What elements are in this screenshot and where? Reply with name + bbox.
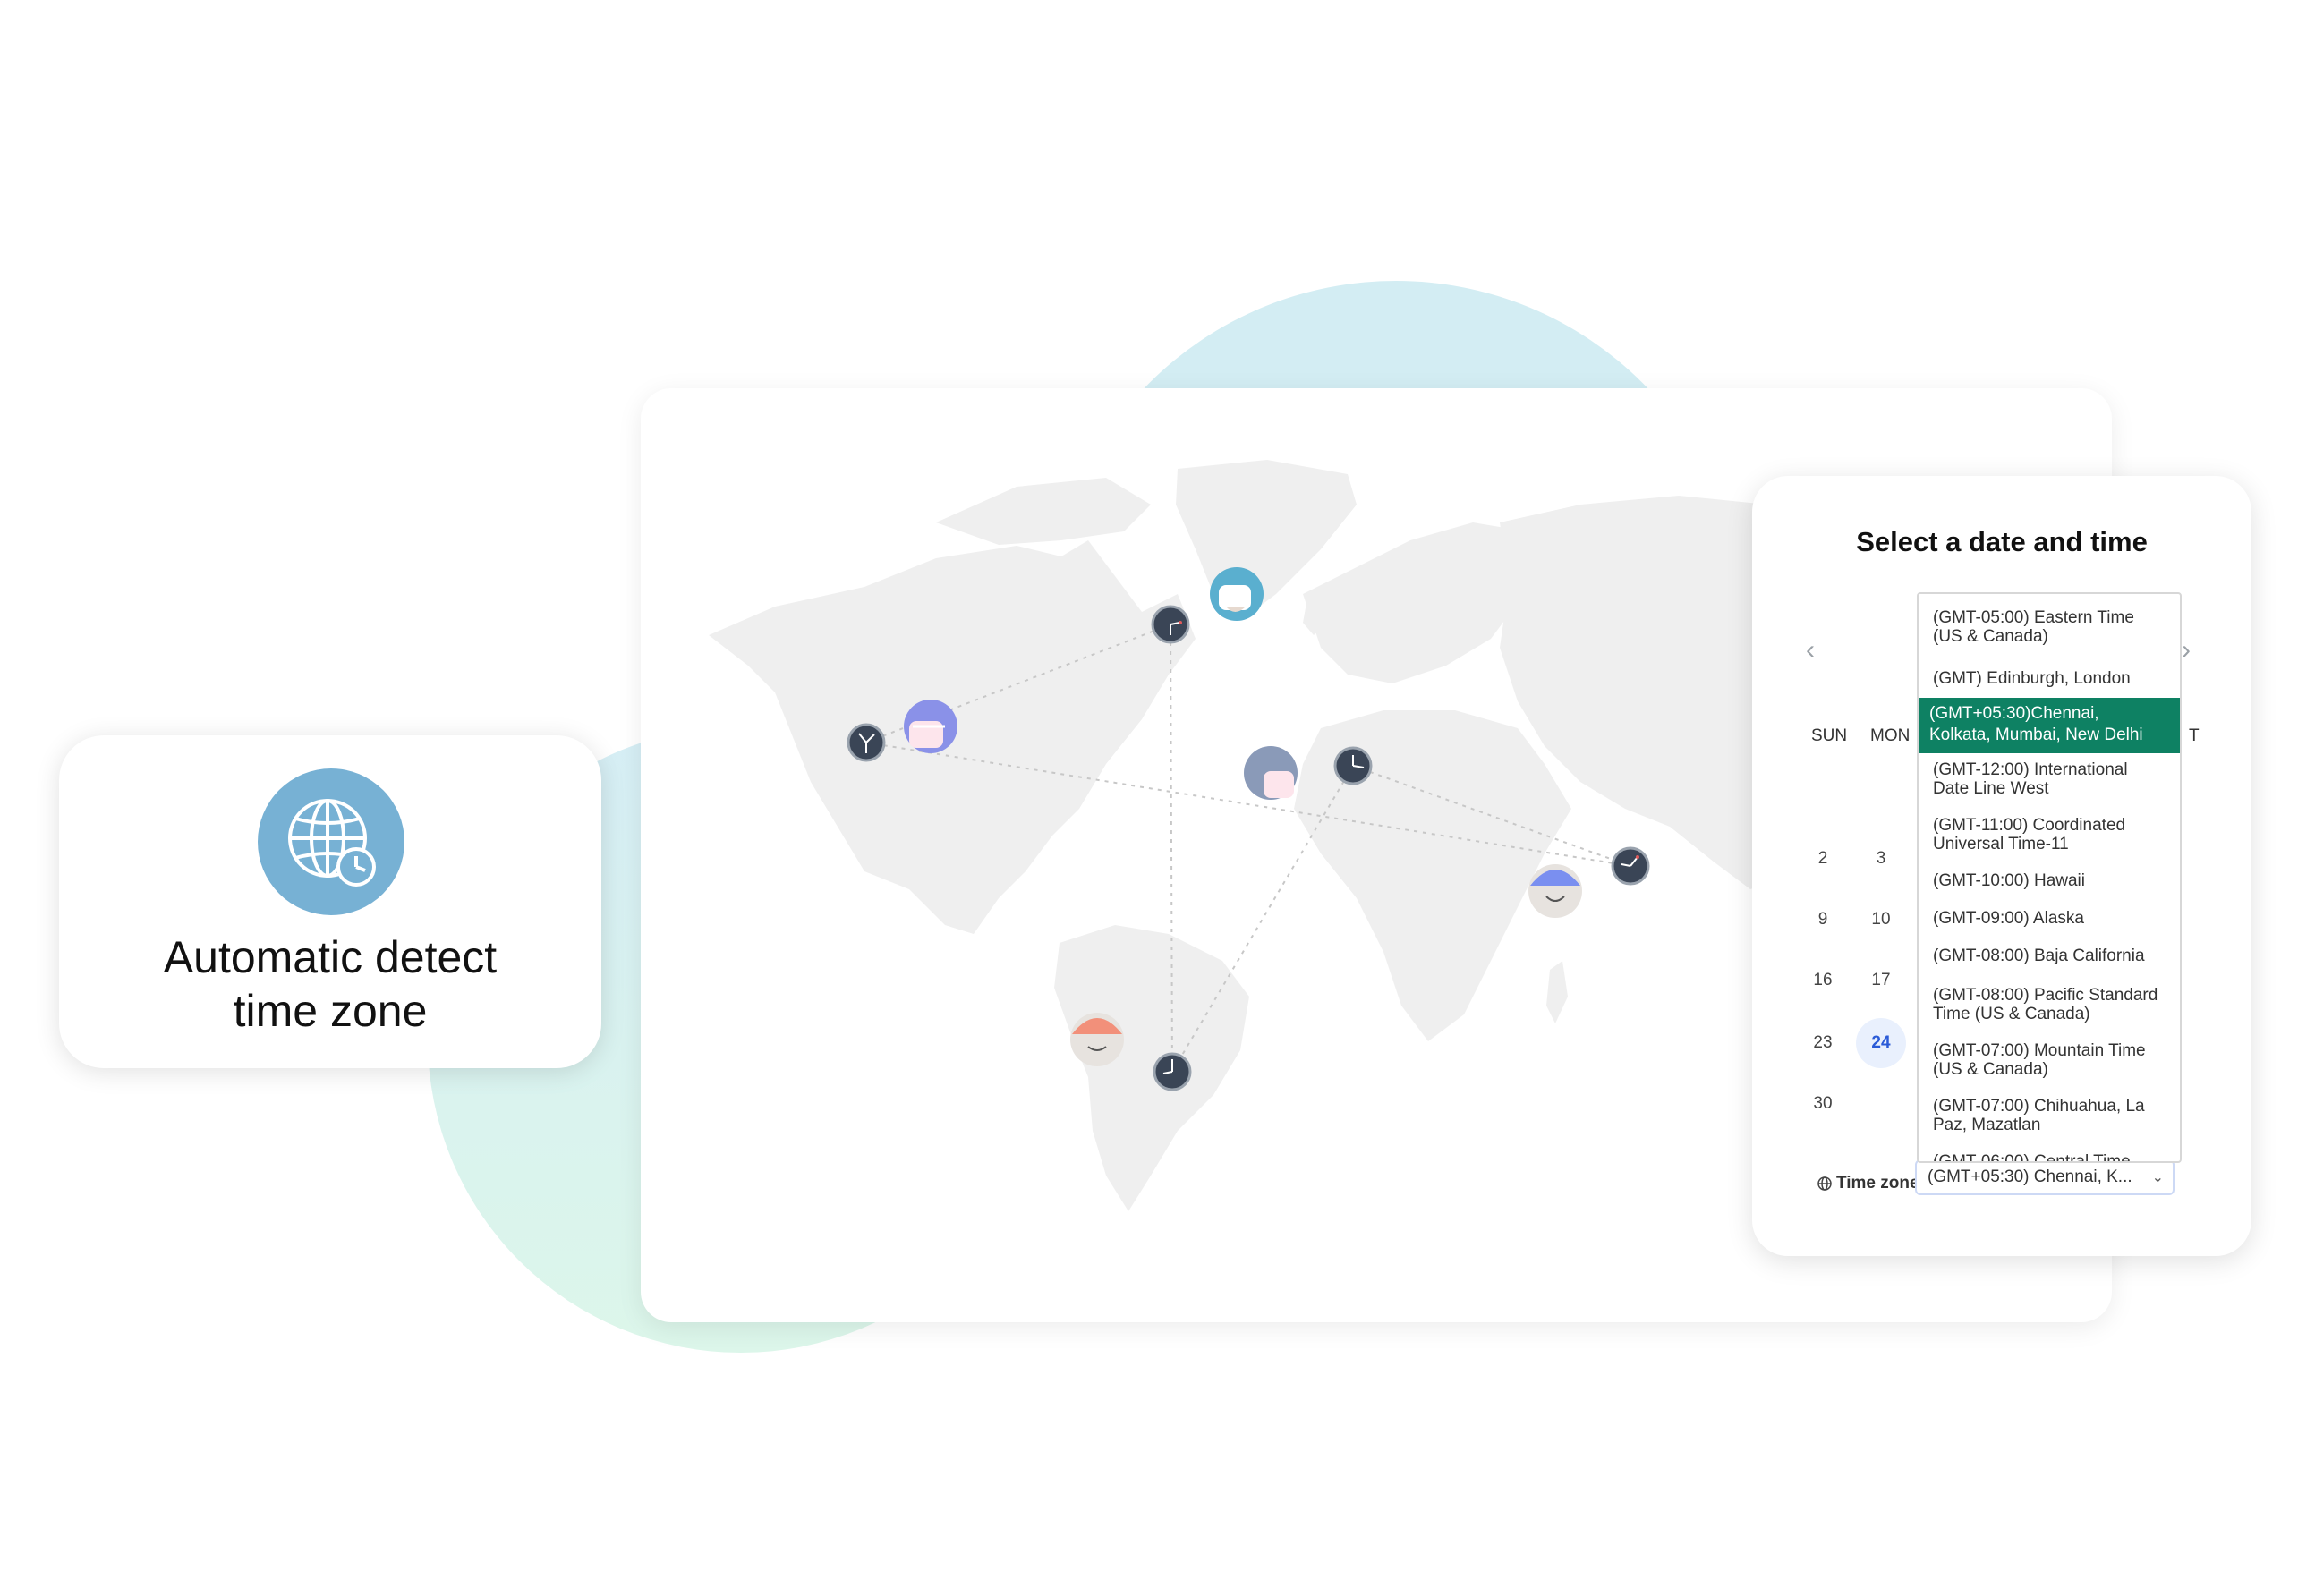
clock-icon — [847, 723, 886, 762]
timezone-option[interactable]: (GMT-05:00) Eastern Time (US & Canada) — [1919, 608, 2180, 646]
weekday-sun: SUN — [1811, 726, 1848, 745]
timezone-option[interactable]: (GMT-07:00) Chihuahua, La Paz, Mazatlan — [1919, 1097, 2180, 1134]
avatar-icon — [1528, 864, 1582, 918]
timezone-option[interactable]: (GMT) Edinburgh, London — [1919, 669, 2180, 688]
timezone-option[interactable]: (GMT-10:00) Hawaii — [1919, 871, 2180, 890]
feature-title: Automatic detect time zone — [81, 930, 580, 1038]
timezone-option[interactable]: (GMT-07:00) Mountain Time (US & Canada) — [1919, 1041, 2180, 1079]
calendar-day[interactable]: 17 — [1856, 955, 1906, 1006]
feature-card: Automatic detect time zone — [59, 735, 601, 1068]
clock-icon — [1611, 846, 1650, 886]
chevron-right-icon[interactable]: › — [2182, 635, 2191, 666]
globe-icon — [1817, 1176, 1832, 1191]
weekday-mon: MON — [1870, 726, 1911, 745]
timezone-dropdown[interactable]: (GMT-05:00) Eastern Time (US & Canada) (… — [1917, 592, 2182, 1163]
avatar-icon — [1210, 567, 1264, 621]
calendar-day[interactable]: 2 — [1798, 834, 1848, 884]
panel-title: Select a date and time — [1856, 526, 2148, 557]
timezone-option[interactable]: (GMT-08:00) Baja California — [1919, 947, 2180, 965]
continent-south-america — [1054, 925, 1249, 1211]
timezone-option[interactable]: (GMT-08:00) Pacific Standard Time (US & … — [1919, 986, 2180, 1023]
calendar-day[interactable]: 9 — [1798, 895, 1848, 945]
globe-clock-icon — [258, 768, 404, 915]
timezone-option[interactable]: (GMT-11:00) Coordinated Universal Time-1… — [1919, 816, 2180, 853]
calendar-day[interactable]: 23 — [1798, 1018, 1848, 1068]
calendar-day[interactable]: 30 — [1798, 1079, 1848, 1129]
calendar-day[interactable]: 3 — [1856, 834, 1906, 884]
clock-icon — [1153, 1052, 1192, 1091]
continent-arctic-islands — [936, 478, 1151, 545]
timezone-select[interactable]: (GMT+05:30) Chennai, K... ⌄ — [1915, 1159, 2175, 1195]
clock-icon — [1333, 746, 1373, 785]
clock-icon — [1151, 605, 1190, 644]
chevron-left-icon[interactable]: ‹ — [1806, 635, 1815, 666]
timezone-option[interactable]: (GMT-09:00) Alaska — [1919, 909, 2180, 928]
island-madagascar — [1546, 961, 1568, 1023]
calendar-day-selected[interactable]: 24 — [1856, 1018, 1906, 1068]
calendar-day[interactable]: 10 — [1856, 895, 1906, 945]
feature-title-line2: time zone — [233, 986, 428, 1036]
avatar-icon — [1244, 746, 1298, 800]
timezone-value: (GMT+05:30) Chennai, K... — [1928, 1167, 2132, 1186]
timezone-label-text: Time zone — [1836, 1174, 1919, 1193]
timezone-option-selected[interactable]: (GMT+05:30)Chennai, Kolkata, Mumbai, New… — [1919, 698, 2180, 753]
calendar-day[interactable]: 16 — [1798, 955, 1848, 1006]
timezone-label: Time zone — [1817, 1174, 1919, 1193]
weekday-tue: T — [2189, 726, 2200, 745]
timezone-option[interactable]: (GMT-12:00) International Date Line West — [1919, 760, 2180, 798]
avatar-icon — [1070, 1013, 1124, 1066]
avatar-icon — [904, 700, 958, 753]
feature-title-line1: Automatic detect — [163, 932, 498, 982]
timezone-option[interactable]: (GMT-06:00) Central Time — [1919, 1152, 2180, 1161]
chevron-down-icon: ⌄ — [2151, 1170, 2164, 1185]
